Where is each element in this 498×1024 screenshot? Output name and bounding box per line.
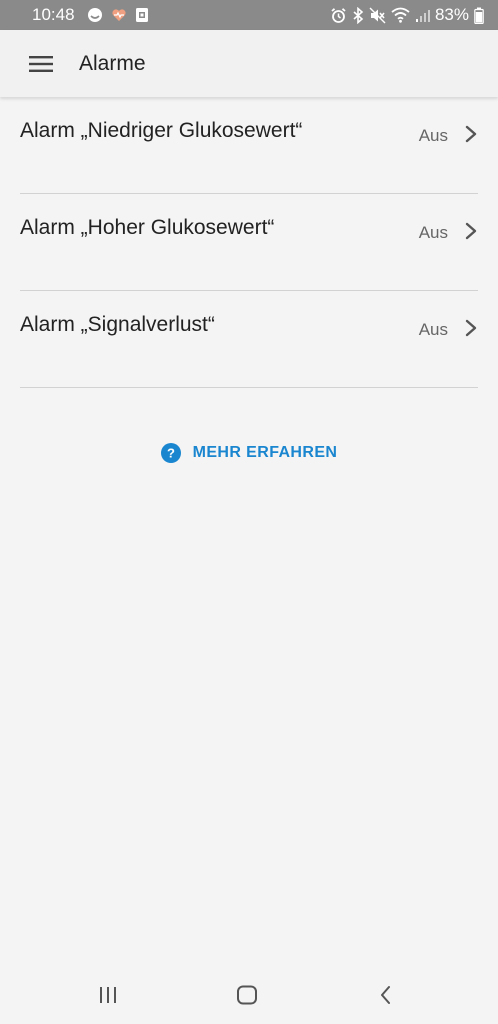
alarm-label: Alarm „Niedriger Glukosewert“ xyxy=(20,119,303,142)
alarm-status: Aus xyxy=(418,223,448,242)
wifi-icon xyxy=(391,7,410,23)
recent-apps-icon xyxy=(100,987,116,1003)
recent-apps-button[interactable] xyxy=(88,980,128,1010)
chevron-right-icon xyxy=(465,222,477,240)
heart-icon xyxy=(111,7,127,23)
sim-card-icon xyxy=(135,7,149,23)
status-right: 83% xyxy=(330,5,484,25)
status-bar: 10:48 83% xyxy=(0,0,498,30)
page-title: Alarme xyxy=(79,51,146,75)
alarm-row-signal-loss[interactable]: Alarm „Signalverlust“ Aus xyxy=(20,291,478,388)
alarm-list: Alarm „Niedriger Glukosewert“ Aus Alarm … xyxy=(0,97,498,388)
bluetooth-icon xyxy=(352,6,364,24)
question-circle-icon: ? xyxy=(160,443,181,463)
alarm-status: Aus xyxy=(418,320,448,339)
alarm-row-high-glucose[interactable]: Alarm „Hoher Glukosewert“ Aus xyxy=(20,194,478,291)
navigation-bar xyxy=(0,966,498,1024)
status-time: 10:48 xyxy=(32,5,75,24)
learn-more-link[interactable]: ? MEHR ERFAHREN xyxy=(0,443,498,463)
mute-icon xyxy=(369,7,386,24)
chevron-right-icon xyxy=(465,125,477,143)
status-left: 10:48 xyxy=(32,5,149,25)
app-bar: Alarme xyxy=(0,30,498,97)
svg-text:?: ? xyxy=(167,446,175,461)
alarm-label: Alarm „Signalverlust“ xyxy=(20,313,215,336)
alarm-status: Aus xyxy=(418,126,448,145)
notification-circle-icon xyxy=(87,7,103,23)
signal-icon xyxy=(415,8,430,23)
battery-level: 83% xyxy=(434,5,469,24)
alarm-row-low-glucose[interactable]: Alarm „Niedriger Glukosewert“ Aus xyxy=(20,97,478,194)
alarm-clock-icon xyxy=(330,7,347,24)
alarm-label: Alarm „Hoher Glukosewert“ xyxy=(20,216,275,239)
home-button[interactable] xyxy=(227,980,267,1010)
chevron-right-icon xyxy=(465,319,477,337)
battery-icon xyxy=(474,7,484,24)
back-icon xyxy=(381,986,390,1004)
learn-more-label: MEHR ERFAHREN xyxy=(192,444,338,461)
menu-button[interactable] xyxy=(20,43,62,85)
back-button[interactable] xyxy=(366,980,406,1010)
home-icon xyxy=(237,985,257,1005)
hamburger-menu-icon xyxy=(29,55,53,72)
